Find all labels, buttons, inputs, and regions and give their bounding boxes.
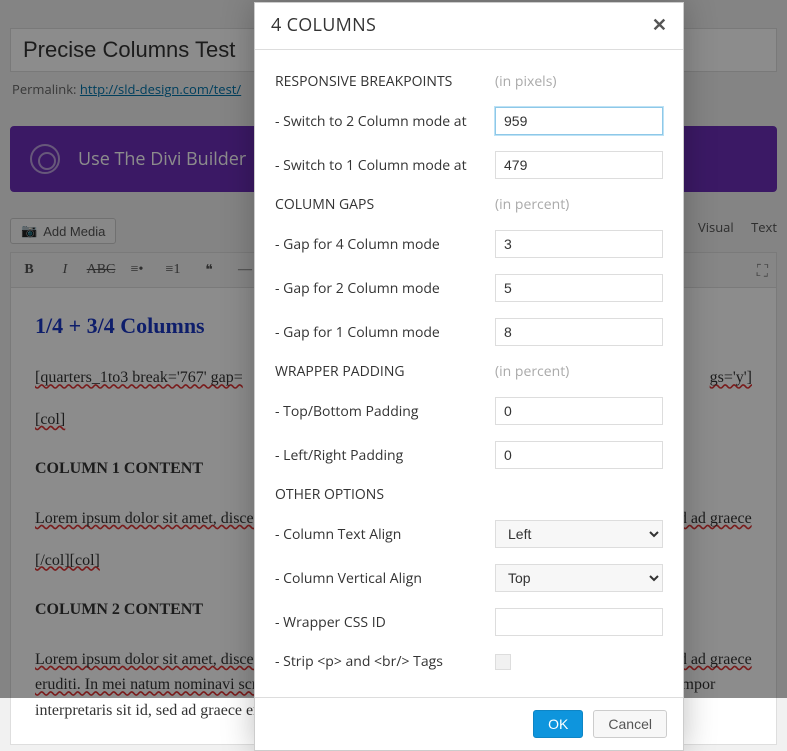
field-label: - Top/Bottom Padding (275, 402, 495, 421)
gap-4-input[interactable] (495, 230, 663, 258)
field-text-align: - Column Text Align Left (275, 512, 663, 556)
field-css-id: - Wrapper CSS ID (275, 600, 663, 644)
field-label: - Switch to 1 Column mode at (275, 156, 495, 175)
css-id-input[interactable] (495, 608, 663, 636)
field-label: - Column Text Align (275, 525, 495, 544)
modal-header: 4 COLUMNS ✕ (255, 3, 683, 50)
field-gap-2: - Gap for 2 Column mode (275, 266, 663, 310)
columns-settings-modal: 4 COLUMNS ✕ RESPONSIVE BREAKPOINTS (in p… (254, 2, 684, 751)
gap-2-input[interactable] (495, 274, 663, 302)
field-label: - Left/Right Padding (275, 446, 495, 465)
modal-title: 4 COLUMNS (271, 13, 376, 37)
unit-label: (in pixels) (495, 72, 557, 91)
section-gaps: COLUMN GAPS (in percent) (275, 187, 663, 222)
close-icon[interactable]: ✕ (652, 13, 667, 37)
section-other: OTHER OPTIONS (275, 477, 663, 512)
section-label: WRAPPER PADDING (275, 362, 495, 381)
field-label: - Gap for 1 Column mode (275, 323, 495, 342)
field-gap-1: - Gap for 1 Column mode (275, 310, 663, 354)
field-label: - Gap for 4 Column mode (275, 235, 495, 254)
field-pad-lr: - Left/Right Padding (275, 433, 663, 477)
field-strip-tags: - Strip <p> and <br/> Tags (275, 644, 663, 679)
strip-tags-checkbox[interactable] (495, 654, 511, 670)
text-align-select[interactable]: Left (495, 520, 663, 548)
field-label: - Strip <p> and <br/> Tags (275, 652, 495, 671)
unit-label: (in percent) (495, 195, 569, 214)
vertical-align-select[interactable]: Top (495, 564, 663, 592)
modal-footer: OK Cancel (255, 697, 683, 750)
section-label: COLUMN GAPS (275, 195, 495, 214)
pad-lr-input[interactable] (495, 441, 663, 469)
field-switch-2col: - Switch to 2 Column mode at (275, 99, 663, 143)
field-gap-4: - Gap for 4 Column mode (275, 222, 663, 266)
field-label: - Wrapper CSS ID (275, 613, 495, 632)
section-label: RESPONSIVE BREAKPOINTS (275, 72, 495, 91)
pad-tb-input[interactable] (495, 397, 663, 425)
section-label: OTHER OPTIONS (275, 485, 495, 504)
field-vertical-align: - Column Vertical Align Top (275, 556, 663, 600)
section-breakpoints: RESPONSIVE BREAKPOINTS (in pixels) (275, 64, 663, 99)
field-label: - Switch to 2 Column mode at (275, 112, 495, 131)
field-pad-tb: - Top/Bottom Padding (275, 389, 663, 433)
switch-1col-input[interactable] (495, 151, 663, 179)
ok-button[interactable]: OK (533, 710, 583, 738)
switch-2col-input[interactable] (495, 107, 663, 135)
cancel-button[interactable]: Cancel (593, 710, 667, 738)
section-padding: WRAPPER PADDING (in percent) (275, 354, 663, 389)
unit-label: (in percent) (495, 362, 569, 381)
field-switch-1col: - Switch to 1 Column mode at (275, 143, 663, 187)
gap-1-input[interactable] (495, 318, 663, 346)
field-label: - Gap for 2 Column mode (275, 279, 495, 298)
field-label: - Column Vertical Align (275, 569, 495, 588)
modal-body: RESPONSIVE BREAKPOINTS (in pixels) - Swi… (255, 50, 683, 697)
